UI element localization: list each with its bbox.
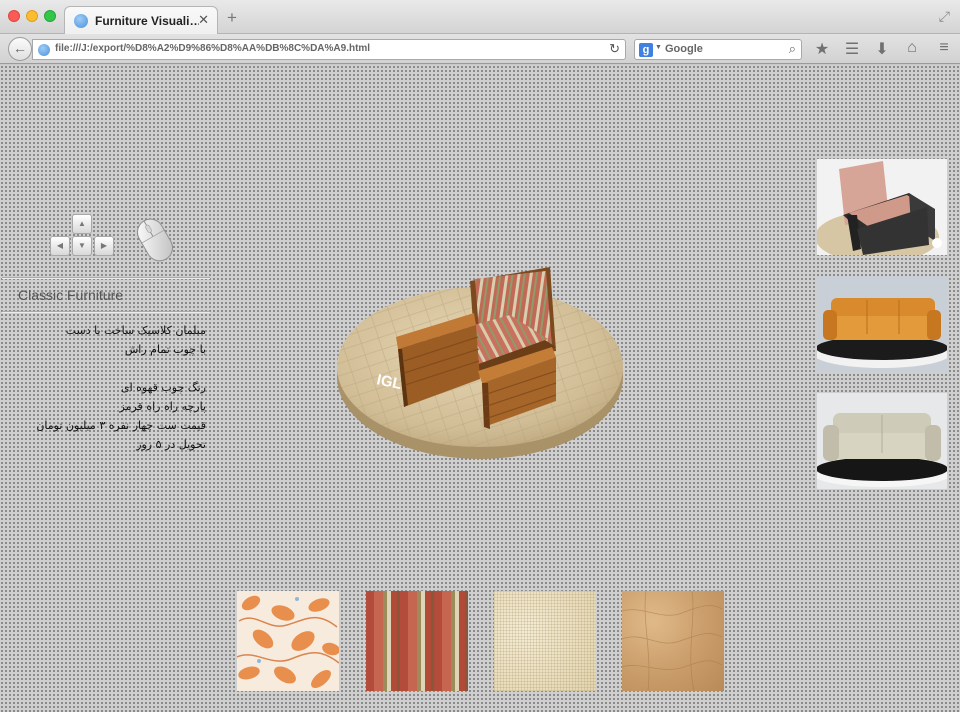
tab-title: Furniture Visuali… [95,14,199,28]
fullscreen-icon[interactable]: ⤢ [939,8,950,25]
zoom-window-button[interactable] [44,10,56,22]
nav-bar: ← file:///J:/export/%D8%A2%D9%86%D8%AA%D… [0,34,960,64]
arrow-right-key-icon: ▶ [94,236,114,256]
arrow-down-key-icon: ▼ [72,236,92,256]
controls-hint: ▲ ◀ ▼ ▶ [50,214,190,264]
product-description: مبلمان کلاسیک ساخت با دست با چوب تمام را… [36,324,206,451]
new-tab-button[interactable]: + [227,8,237,28]
swatch-leather-tan[interactable] [621,590,724,692]
divider [2,277,210,278]
close-window-button[interactable] [8,10,20,22]
arrow-up-key-icon: ▲ [72,214,92,234]
chevron-down-icon[interactable]: ▼ [655,44,662,51]
bookmark-star-icon[interactable]: ★ [812,39,832,59]
tab-bar: Furniture Visuali… ✕ + ⤢ [0,0,960,35]
divider [2,311,210,312]
url-text[interactable]: file:///J:/export/%D8%A2%D9%86%D8%AA%DB%… [55,43,370,54]
armchair-image [817,159,947,255]
minimize-window-button[interactable] [26,10,38,22]
search-input[interactable]: Google [665,43,703,55]
page-content: ▲ ◀ ▼ ▶ Classic Furniture مبلمان کلاسیک … [0,65,960,712]
menu-icon[interactable]: ≡ [934,39,954,57]
mouse-icon [137,218,173,262]
thumbnail-beige-sofa[interactable] [817,393,947,489]
swatch-linen[interactable] [494,591,596,691]
reading-list-icon[interactable]: ☰ [842,39,862,59]
floral-pattern [237,591,339,691]
globe-icon [74,14,88,28]
model-viewer-3d[interactable]: IGLOO [334,201,628,467]
product-title: Classic Furniture [18,287,124,303]
tab-active[interactable]: Furniture Visuali… ✕ [64,6,218,35]
back-button[interactable]: ← [8,37,32,61]
leather-texture [621,590,723,692]
thumbnail-orange-leather-sofa[interactable] [817,276,947,372]
arrow-left-key-icon: ◀ [50,236,70,256]
thumbnail-dark-wood-armchair[interactable] [817,159,947,255]
orange-sofa-image [817,276,947,372]
swatch-red-stripe[interactable] [366,591,468,691]
url-bar[interactable]: file:///J:/export/%D8%A2%D9%86%D8%AA%DB%… [32,39,626,60]
home-icon[interactable]: ⌂ [902,39,922,57]
reload-icon[interactable]: ↻ [609,41,620,57]
tab-close-icon[interactable]: ✕ [198,12,209,28]
swatch-floral-orange[interactable] [237,591,339,691]
download-icon[interactable]: ⬇ [872,39,892,59]
beige-sofa-image [817,393,947,489]
globe-icon [38,44,50,56]
search-icon[interactable]: ⌕ [789,41,796,57]
search-bar[interactable]: g ▼ Google ⌕ [634,39,802,60]
search-engine-icon[interactable]: g [639,43,653,57]
